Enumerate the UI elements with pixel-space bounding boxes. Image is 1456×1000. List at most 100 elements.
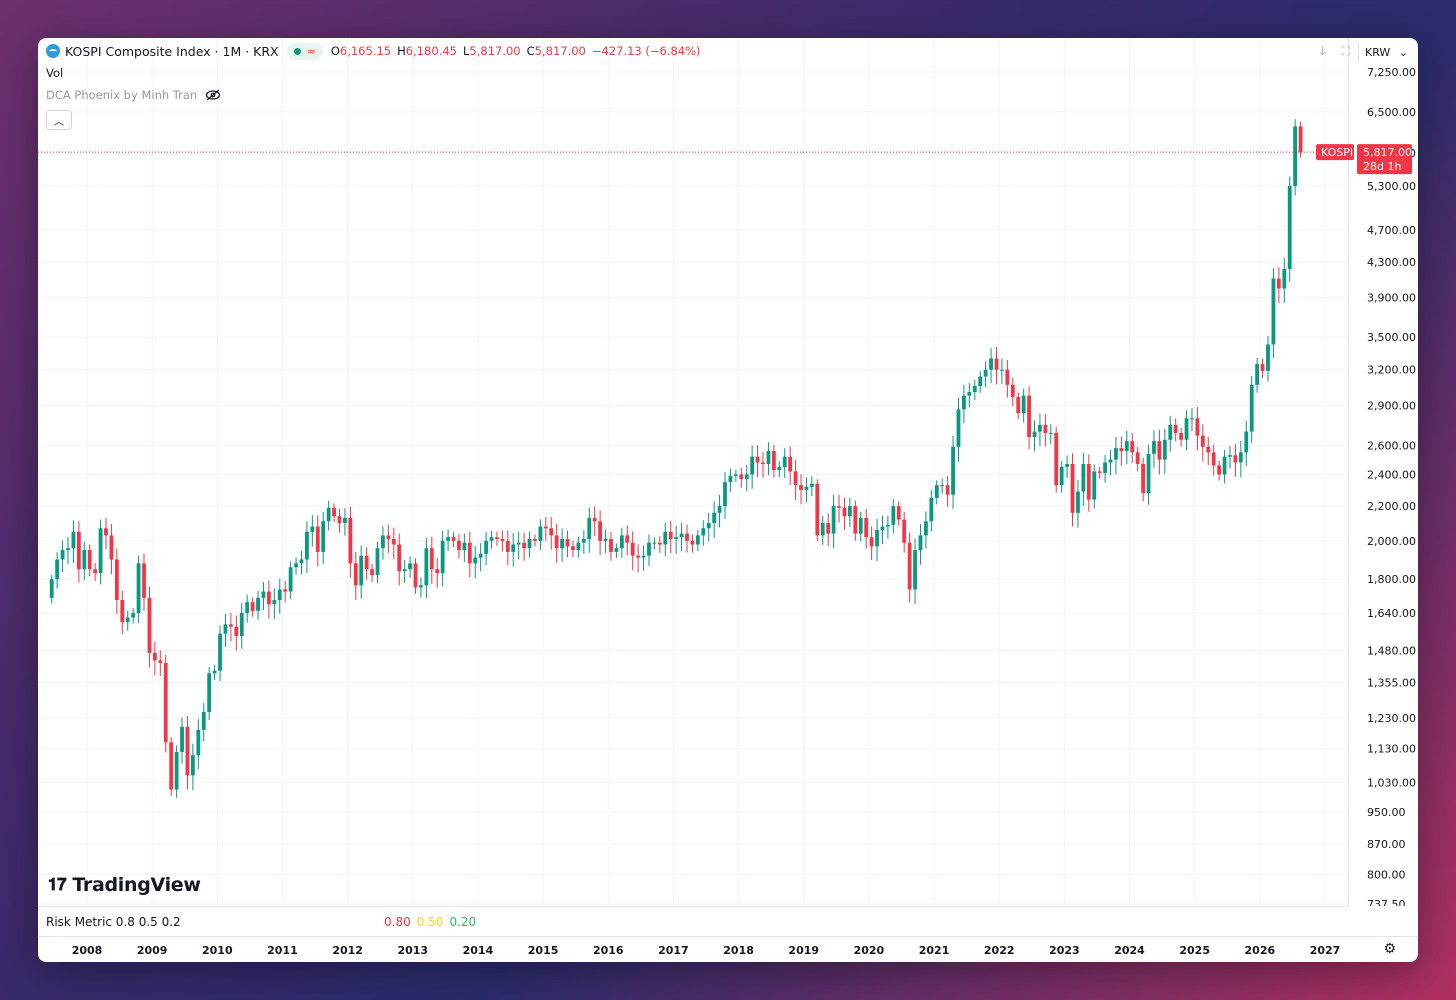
candle [201, 702, 206, 742]
candle-body [93, 569, 98, 574]
candle [739, 467, 744, 488]
candle [408, 556, 412, 578]
candle-body [717, 506, 722, 513]
candle-body [1190, 418, 1194, 420]
price-tick-label: 2,600.00 [1367, 439, 1416, 452]
candle [1070, 453, 1075, 527]
candle [1076, 480, 1080, 528]
candle-body [1081, 463, 1086, 492]
candle-body [174, 751, 179, 790]
candlestick-chart[interactable]: 7,250.006,500.005,800.005,300.004,700.00… [38, 38, 1418, 906]
candle-body [837, 506, 841, 508]
candle [142, 553, 146, 611]
candle-body [956, 409, 961, 447]
candle-body [1076, 491, 1080, 513]
candle-body [484, 540, 488, 554]
candle [799, 474, 803, 505]
candle-body [951, 446, 955, 495]
candle-body [750, 456, 755, 475]
settings-gear-icon[interactable]: ⚙ [1383, 941, 1396, 957]
candle-body [630, 542, 635, 556]
candle-body [891, 506, 896, 525]
candle-body [728, 475, 733, 483]
candle [1124, 430, 1129, 465]
candle [1016, 392, 1021, 419]
candle-body [1119, 448, 1124, 451]
candle-body [424, 548, 429, 586]
hidden-eye-icon[interactable] [205, 89, 221, 101]
candle-body [706, 523, 711, 529]
candle-body [647, 542, 651, 556]
candle [527, 531, 532, 558]
candle-body [98, 528, 103, 574]
candle [929, 490, 934, 532]
candle [1048, 424, 1053, 444]
volume-label[interactable]: Vol [46, 66, 63, 80]
time-tick-label: 2010 [202, 944, 233, 957]
candle-body [408, 563, 412, 570]
time-tick-label: 2025 [1179, 944, 1210, 957]
currency-selector[interactable]: KRW ⌄ [1358, 42, 1414, 62]
candle-body [571, 546, 575, 551]
candle [440, 530, 445, 587]
candle-body [1206, 446, 1211, 453]
time-tick-label: 2027 [1310, 944, 1341, 957]
indicator-legend[interactable]: DCA Phoenix by Minh Tran [46, 88, 221, 102]
candle [272, 588, 277, 620]
candle-body [190, 755, 195, 776]
candle-body [82, 550, 87, 570]
download-icon[interactable]: ↓ [1318, 44, 1328, 59]
price-tick-label: 1,230.00 [1367, 712, 1416, 725]
risk-metric-label[interactable]: Risk Metric 0.8 0.5 0.2 [46, 915, 181, 929]
candle [305, 521, 309, 574]
candle-body [723, 482, 727, 507]
candle [902, 511, 907, 553]
symbol-title[interactable]: KOSPI Composite Index · 1M · KRX [65, 44, 279, 59]
candle [321, 511, 326, 565]
risk-metric-pane: Risk Metric 0.8 0.5 0.2 0.80 0.50 0.20 [38, 906, 1348, 937]
candle-body [913, 550, 917, 590]
candle-body [201, 711, 206, 730]
collapse-legend-button[interactable]: ︿ [46, 110, 72, 130]
time-tick-label: 2018 [723, 944, 754, 957]
candle-body [603, 539, 608, 541]
price-tick-label: 7,250.00 [1367, 66, 1416, 79]
candle-body [1070, 463, 1075, 513]
candle-body [321, 521, 326, 552]
candle [1059, 461, 1064, 493]
candle [495, 531, 499, 547]
candle [885, 515, 890, 539]
candle [1293, 119, 1298, 196]
candle-body [592, 517, 597, 522]
candle-body [196, 729, 201, 756]
candle-body [972, 386, 977, 393]
candle [842, 497, 847, 530]
fullscreen-icon[interactable]: ⛶ [1342, 44, 1350, 59]
candle-body [381, 535, 385, 549]
candle [359, 545, 364, 599]
candle [1244, 420, 1249, 467]
candle-body [142, 563, 146, 598]
candle [723, 472, 727, 519]
time-axis[interactable]: 2008 2009 2010 2011 2012 2013 2014 2015 2016 2017… [38, 936, 1418, 962]
candle [185, 715, 190, 790]
candle [571, 540, 575, 558]
candle-body [131, 613, 136, 618]
candle-body [228, 624, 233, 627]
price-tick-label: 4,300.00 [1367, 256, 1416, 269]
candle-body [1179, 432, 1184, 440]
candle-body [1211, 452, 1216, 466]
candle-body [560, 539, 565, 549]
candle [913, 538, 917, 605]
candle [782, 448, 787, 478]
candle [962, 384, 966, 424]
candle [462, 533, 467, 562]
candle-body [239, 613, 244, 636]
ohlc-open: O6,165.15 [330, 44, 392, 58]
candle [337, 508, 342, 533]
ohlc-high: H6,180.45 [397, 44, 457, 58]
candle-body [147, 597, 152, 653]
candle [386, 524, 391, 553]
currency-label: KRW [1365, 45, 1391, 59]
market-status-pill[interactable]: ≈ [286, 42, 323, 60]
